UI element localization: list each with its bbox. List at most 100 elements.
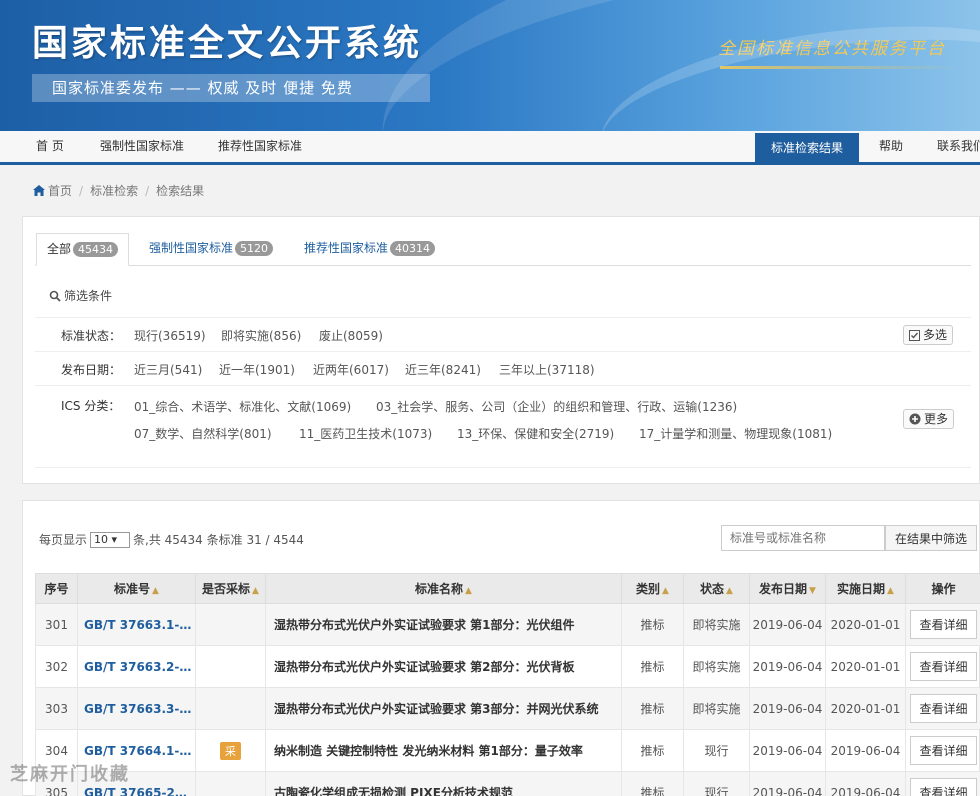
action-cell: 查看详细 bbox=[905, 645, 980, 688]
tab-label: 强制性国家标准 bbox=[149, 241, 234, 255]
table-row: 301 GB/T 37663.1-2019 湿热带分布式光伏户外实证试验要求 第… bbox=[35, 603, 980, 646]
status-cell: 即将实施 bbox=[683, 603, 750, 646]
ics-option[interactable]: 07_数学、自然科学(801) bbox=[134, 425, 272, 442]
row-divider bbox=[35, 351, 971, 352]
view-detail-button[interactable]: 查看详细 bbox=[910, 610, 977, 639]
breadcrumb-results: 检索结果 bbox=[156, 184, 205, 198]
header-adopt[interactable]: 是否采标 ▲ bbox=[195, 573, 266, 604]
main-nav: 首 页 强制性国家标准 推荐性国家标准 标准检索结果 帮助 联系我们 bbox=[0, 131, 980, 165]
header-banner: 国家标准全文公开系统 国家标准委发布 —— 权威 及时 便捷 免费 全国标准信息… bbox=[0, 0, 980, 131]
adopt-cell bbox=[195, 771, 266, 796]
site-subtitle: 国家标准委发布 —— 权威 及时 便捷 免费 bbox=[32, 74, 430, 102]
count-badge: 5120 bbox=[235, 241, 274, 256]
header-code[interactable]: 标准号 ▲ bbox=[77, 573, 196, 604]
standard-code-link[interactable]: GB/T 37663.1-2019 bbox=[77, 603, 196, 646]
tab-recommended[interactable]: 推荐性国家标准 40314 bbox=[304, 233, 436, 266]
implement-date-cell: 2020-01-01 bbox=[825, 603, 906, 646]
action-cell: 查看详细 bbox=[905, 729, 980, 772]
status-label: 标准状态： bbox=[61, 329, 122, 343]
nav-contact[interactable]: 联系我们 bbox=[937, 131, 980, 162]
more-label: 更多 bbox=[924, 412, 949, 426]
action-cell: 查看详细 bbox=[905, 687, 980, 730]
more-button[interactable]: 更多 bbox=[903, 409, 955, 429]
date-option[interactable]: 三年以上(37118) bbox=[499, 361, 595, 378]
standard-name-link[interactable]: 湿热带分布式光伏户外实证试验要求 第2部分：光伏背板 bbox=[265, 645, 622, 688]
tab-all[interactable]: 全部 45434 bbox=[36, 233, 130, 266]
standard-code-link[interactable]: GB/T 37663.2-2019 bbox=[77, 645, 196, 688]
standard-name-link[interactable]: 古陶瓷化学组成无损检测 PIXE分析技术规范 bbox=[265, 771, 622, 796]
standard-name-link[interactable]: 纳米制造 关键控制特性 发光纳米材料 第1部分：量子效率 bbox=[265, 729, 622, 772]
standard-name-link[interactable]: 湿热带分布式光伏户外实证试验要求 第1部分：光伏组件 bbox=[265, 603, 622, 646]
pager-summary: 条,共 45434 条标准 31 / 4544 bbox=[133, 533, 304, 547]
multi-select-button[interactable]: 多选 bbox=[903, 325, 954, 345]
breadcrumb-separator: / bbox=[79, 183, 84, 198]
date-option[interactable]: 近一年(1901) bbox=[219, 361, 295, 378]
date-option[interactable]: 近三年(8241) bbox=[405, 361, 481, 378]
filter-heading: 筛选条件 bbox=[49, 287, 112, 304]
breadcrumb-home[interactable]: 首页 bbox=[48, 182, 72, 199]
view-detail-button[interactable]: 查看详细 bbox=[910, 694, 977, 723]
header-implement-date[interactable]: 实施日期 ▲ bbox=[825, 573, 906, 604]
type-cell: 推标 bbox=[621, 771, 684, 796]
filter-title: 筛选条件 bbox=[64, 289, 113, 303]
breadcrumb-separator: / bbox=[145, 183, 150, 198]
implement-date-cell: 2019-06-04 bbox=[825, 771, 906, 796]
implement-date-cell: 2020-01-01 bbox=[825, 687, 906, 730]
row-no: 302 bbox=[35, 645, 78, 688]
filter-panel: 全部 45434 强制性国家标准 5120 推荐性国家标准 40314 筛选条件 标准… bbox=[22, 216, 980, 484]
publish-date-cell: 2019-06-04 bbox=[749, 729, 826, 772]
status-option[interactable]: 现行(36519) bbox=[134, 327, 206, 344]
pager-info: 每页显示 10 ▾ 条,共 45434 条标准 31 / 4544 bbox=[39, 531, 304, 548]
nav-recommended[interactable]: 推荐性国家标准 bbox=[218, 131, 302, 162]
header-publish-date[interactable]: 发布日期 ▼ bbox=[749, 573, 826, 604]
publish-date-cell: 2019-06-04 bbox=[749, 645, 826, 688]
adopt-cell bbox=[195, 603, 266, 646]
home-icon bbox=[33, 185, 45, 196]
date-option[interactable]: 近三月(541) bbox=[134, 361, 202, 378]
nav-help[interactable]: 帮助 bbox=[879, 131, 903, 162]
nav-mandatory[interactable]: 强制性国家标准 bbox=[100, 131, 184, 162]
table-row: 304 GB/T 37664.1-2019 采 纳米制造 关键控制特性 发光纳米… bbox=[35, 729, 980, 772]
adopt-cell: 采 bbox=[195, 729, 266, 772]
tab-mandatory[interactable]: 强制性国家标准 5120 bbox=[149, 233, 274, 266]
breadcrumb-search[interactable]: 标准检索 bbox=[90, 182, 138, 199]
ics-option[interactable]: 11_医药卫生技术(1073) bbox=[299, 425, 432, 442]
multi-select-label: 多选 bbox=[923, 328, 948, 342]
implement-date-cell: 2019-06-04 bbox=[825, 729, 906, 772]
watermark-text: 芝麻开门收藏 bbox=[10, 764, 130, 785]
search-input[interactable] bbox=[721, 525, 885, 551]
type-cell: 推标 bbox=[621, 645, 684, 688]
header-type[interactable]: 类别 ▲ bbox=[621, 573, 684, 604]
row-divider bbox=[35, 467, 971, 468]
header-name[interactable]: 标准名称 ▲ bbox=[265, 573, 622, 604]
filter-in-results-button[interactable]: 在结果中筛选 bbox=[885, 525, 977, 551]
tab-label: 推荐性国家标准 bbox=[304, 241, 389, 255]
table-row: 305 GB/T 37665-2019 古陶瓷化学组成无损检测 PIXE分析技术… bbox=[35, 771, 980, 796]
count-badge: 40314 bbox=[390, 241, 436, 256]
count-badge: 45434 bbox=[73, 242, 119, 257]
ics-option[interactable]: 03_社会学、服务、公司（企业）的组织和管理、行政、运输(1236) bbox=[376, 398, 737, 415]
row-divider bbox=[35, 317, 971, 318]
publish-date-cell: 2019-06-04 bbox=[749, 687, 826, 730]
plus-circle-icon bbox=[909, 413, 921, 425]
nav-results[interactable]: 标准检索结果 bbox=[755, 133, 860, 164]
ics-option[interactable]: 17_计量学和测量、物理现象(1081) bbox=[639, 425, 832, 442]
nav-home[interactable]: 首 页 bbox=[36, 131, 64, 162]
standard-name-link[interactable]: 湿热带分布式光伏户外实证试验要求 第3部分：并网光伏系统 bbox=[265, 687, 622, 730]
adopt-cell bbox=[195, 645, 266, 688]
date-option[interactable]: 近两年(6017) bbox=[313, 361, 389, 378]
ics-option[interactable]: 01_综合、术语学、标准化、文献(1069) bbox=[134, 398, 351, 415]
page-size-select[interactable]: 10 ▾ bbox=[90, 531, 131, 548]
view-detail-button[interactable]: 查看详细 bbox=[910, 736, 977, 765]
status-option[interactable]: 即将实施(856) bbox=[221, 327, 301, 344]
action-cell: 查看详细 bbox=[905, 603, 980, 646]
adopt-badge: 采 bbox=[220, 741, 241, 760]
type-cell: 推标 bbox=[621, 729, 684, 772]
standard-code-link[interactable]: GB/T 37663.3-2019 bbox=[77, 687, 196, 730]
view-detail-button[interactable]: 查看详细 bbox=[910, 778, 977, 796]
status-cell: 现行 bbox=[683, 729, 750, 772]
header-status[interactable]: 状态 ▲ bbox=[683, 573, 750, 604]
view-detail-button[interactable]: 查看详细 bbox=[910, 652, 977, 681]
ics-option[interactable]: 13_环保、保健和安全(2719) bbox=[457, 425, 614, 442]
status-option[interactable]: 废止(8059) bbox=[319, 327, 383, 344]
